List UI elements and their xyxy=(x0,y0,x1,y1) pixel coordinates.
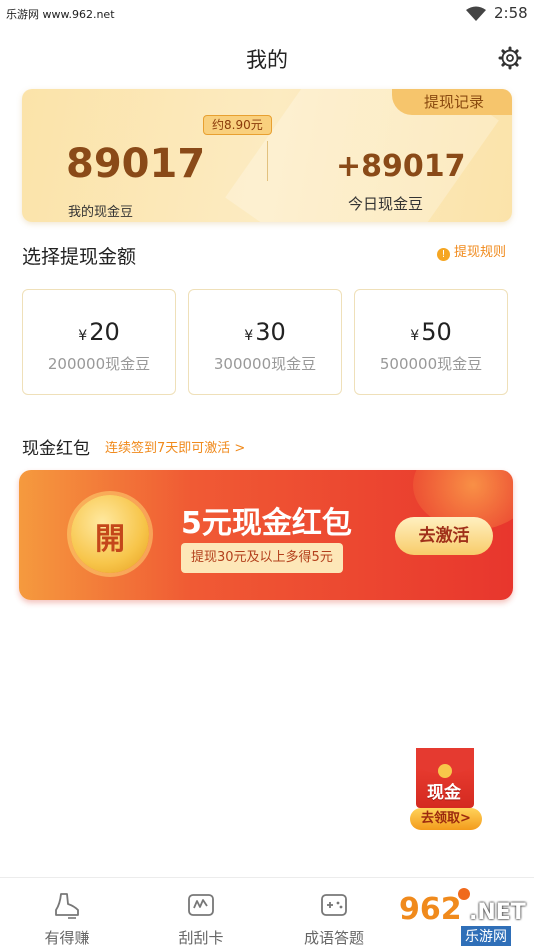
today-beans-label: 今日现金豆 xyxy=(348,195,424,213)
watermark-net: .NET xyxy=(469,900,526,925)
watermark-sub: 乐游网 xyxy=(461,926,511,946)
option-amount: 20 xyxy=(89,318,120,346)
settings-gear-icon[interactable] xyxy=(498,46,522,70)
today-beans: +89017 xyxy=(336,149,466,184)
site-watermark-text: 乐游网 www.962.net xyxy=(6,8,115,21)
withdraw-option-50[interactable]: ¥50 500000现金豆 xyxy=(354,289,508,395)
withdraw-rules-label: 提现规则 xyxy=(454,245,507,260)
floating-cash-label: 现金 xyxy=(427,783,461,803)
currency-symbol: ¥ xyxy=(244,328,254,344)
option-amount: 50 xyxy=(421,318,452,346)
currency-symbol: ¥ xyxy=(78,328,88,344)
balance-card: 提现记录 约8.90元 89017 我的现金豆 +89017 今日现金豆 xyxy=(22,89,512,222)
withdraw-rules-link[interactable]: ! 提现规则 xyxy=(437,241,506,261)
envelope-seal xyxy=(438,764,452,778)
wifi-icon xyxy=(466,6,486,21)
status-clock: 2:58 xyxy=(494,4,528,22)
info-icon: ! xyxy=(437,248,450,261)
currency-symbol: ¥ xyxy=(410,328,420,344)
shoe-icon xyxy=(55,893,79,919)
page-title: 我的 xyxy=(246,48,288,72)
withdraw-record-tab[interactable]: 提现记录 xyxy=(392,89,512,115)
option-price: ¥20 xyxy=(23,318,175,346)
card-divider xyxy=(267,141,268,181)
red-packet-title: 现金红包 xyxy=(22,439,90,459)
red-packet-banner[interactable]: 開 5元现金红包 提现30元及以上多得5元 去激活 xyxy=(19,470,513,600)
approx-value-badge: 约8.90元 xyxy=(203,115,272,135)
gamepad-icon xyxy=(321,894,347,916)
bean-balance: 89017 xyxy=(66,141,206,187)
floating-cash-envelope[interactable]: 现金 去领取> xyxy=(408,748,482,834)
open-coin-icon[interactable]: 開 xyxy=(71,495,149,573)
tab-scratch-card[interactable]: 刮刮卡 xyxy=(134,878,268,949)
bean-balance-label: 我的现金豆 xyxy=(68,205,134,220)
tab-label: 成语答题 xyxy=(303,929,364,947)
option-amount: 30 xyxy=(255,318,286,346)
tab-label: 刮刮卡 xyxy=(178,929,224,947)
status-bar: 乐游网 www.962.net 2:58 xyxy=(0,0,534,28)
sign-in-activate-link[interactable]: 连续签到7天即可激活 > xyxy=(105,437,245,456)
withdraw-section-title: 选择提现金额 xyxy=(22,246,137,268)
scratch-card-icon xyxy=(188,894,214,916)
coin-char: 開 xyxy=(95,522,125,557)
withdraw-option-20[interactable]: ¥20 200000现金豆 xyxy=(22,289,176,395)
tab-label: 有得赚 xyxy=(44,929,90,947)
option-beans: 300000现金豆 xyxy=(213,355,317,373)
option-price: ¥50 xyxy=(355,318,507,346)
activate-button[interactable]: 去激活 xyxy=(395,517,493,555)
option-beans: 500000现金豆 xyxy=(379,355,483,373)
site-watermark-logo: 962 .NET 乐游网 xyxy=(395,888,534,949)
watermark-number: 962 xyxy=(399,892,462,927)
banner-title: 5元现金红包 xyxy=(181,506,352,541)
tab-idiom-quiz[interactable]: 成语答题 xyxy=(267,878,401,949)
withdraw-option-30[interactable]: ¥30 300000现金豆 xyxy=(188,289,342,395)
option-beans: 200000现金豆 xyxy=(47,355,151,373)
tab-earn[interactable]: 有得赚 xyxy=(0,878,134,949)
banner-note: 提现30元及以上多得5元 xyxy=(181,543,343,573)
claim-button[interactable]: 去领取> xyxy=(410,808,482,830)
option-price: ¥30 xyxy=(189,318,341,346)
